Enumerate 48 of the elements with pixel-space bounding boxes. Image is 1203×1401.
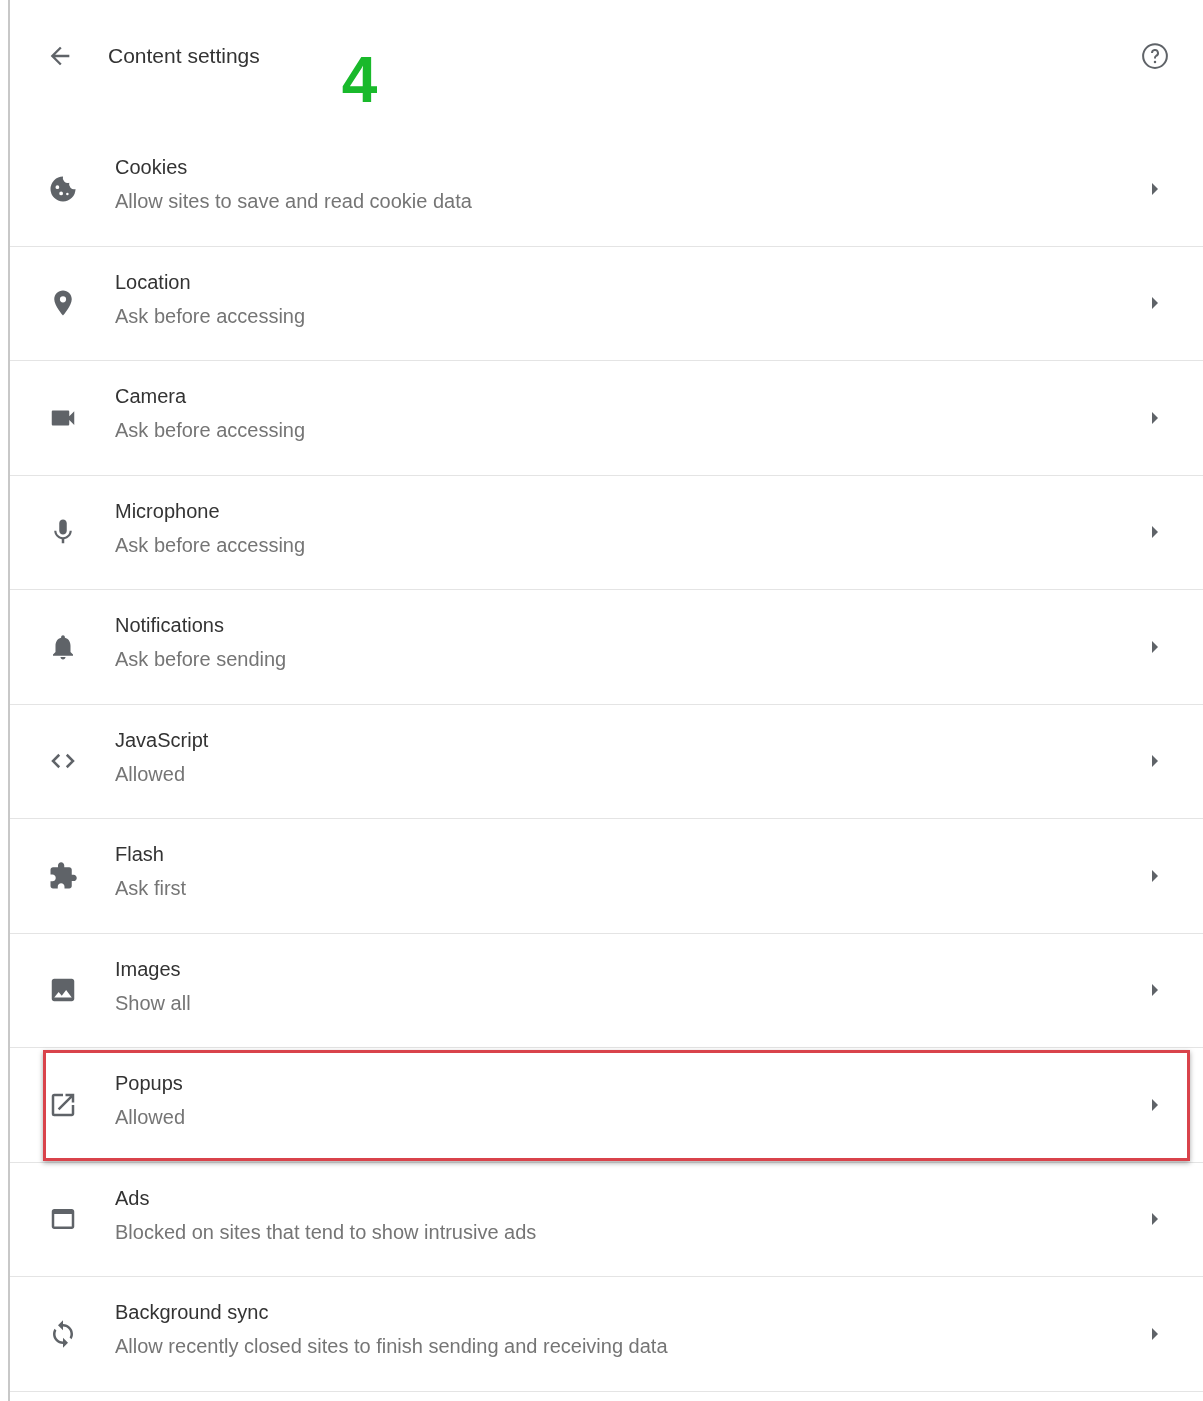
- help-icon[interactable]: [1140, 41, 1170, 71]
- setting-description: Ask before accessing: [115, 419, 306, 443]
- setting-row[interactable]: Camera Ask before accessing: [10, 361, 1203, 476]
- setting-description: Show all: [115, 991, 191, 1015]
- setting-row[interactable]: Popups Allowed: [10, 1048, 1203, 1163]
- chevron-icon[interactable]: [1151, 526, 1159, 539]
- setting-title[interactable]: JavaScript: [115, 728, 209, 752]
- setting-row[interactable]: Notifications Ask before sending: [10, 590, 1203, 705]
- setting-description: Allowed: [115, 1106, 186, 1130]
- setting-title[interactable]: Popups: [115, 1072, 186, 1096]
- chevron-icon[interactable]: [1151, 1327, 1159, 1340]
- setting-title[interactable]: Background sync: [115, 1301, 668, 1325]
- setting-title[interactable]: Camera: [115, 385, 306, 409]
- setting-description: Ask before accessing: [115, 304, 306, 328]
- chevron-icon[interactable]: [1151, 869, 1159, 882]
- chevron-icon[interactable]: [1151, 755, 1159, 768]
- chevron-icon[interactable]: [1151, 411, 1159, 424]
- setting-row[interactable]: Cookies Allow sites to save and read cookie data: [10, 132, 1203, 247]
- setting-description: Allow sites to save and read cookie data: [115, 190, 472, 214]
- setting-title[interactable]: Flash: [115, 843, 187, 867]
- setting-row[interactable]: JavaScript Allowed: [10, 704, 1203, 819]
- setting-description: Ask before accessing: [115, 533, 306, 557]
- setting-title[interactable]: Ads: [115, 1186, 537, 1210]
- chevron-icon[interactable]: [1151, 182, 1159, 195]
- chevron-icon[interactable]: [1151, 1213, 1159, 1226]
- setting-title[interactable]: Images: [115, 957, 191, 981]
- step-number: 4: [341, 48, 378, 112]
- setting-description: Ask before sending: [115, 648, 287, 672]
- setting-description: Blocked on sites that tend to show intrusive ads: [115, 1220, 537, 1244]
- chevron-icon[interactable]: [1151, 984, 1159, 997]
- page-title: Content settings: [108, 44, 260, 68]
- chevron-icon[interactable]: [1151, 297, 1159, 310]
- setting-title[interactable]: Cookies: [115, 156, 472, 180]
- setting-row[interactable]: Location Ask before accessing: [10, 246, 1203, 361]
- setting-title[interactable]: Notifications: [115, 614, 287, 638]
- setting-description: Allowed: [115, 762, 187, 786]
- puzzle-icon: [48, 860, 78, 891]
- setting-title[interactable]: Location: [115, 270, 306, 294]
- setting-description: Allow recently closed sites to finish sending and receiving data: [115, 1335, 668, 1359]
- chevron-icon[interactable]: [1151, 640, 1159, 653]
- chevron-icon[interactable]: [1151, 1098, 1159, 1111]
- setting-row[interactable]: Microphone Ask before accessing: [10, 475, 1203, 590]
- setting-row[interactable]: Ads Blocked on sites that tend to show intrusive ads: [10, 1162, 1203, 1277]
- setting-row[interactable]: Background sync Allow recently closed sites to finish sending and receiving data: [10, 1277, 1203, 1392]
- setting-description: Ask first: [115, 877, 187, 901]
- setting-title[interactable]: Microphone: [115, 499, 306, 523]
- setting-row[interactable]: Images Show all: [10, 933, 1203, 1048]
- setting-row[interactable]: Flash Ask first: [10, 819, 1203, 934]
